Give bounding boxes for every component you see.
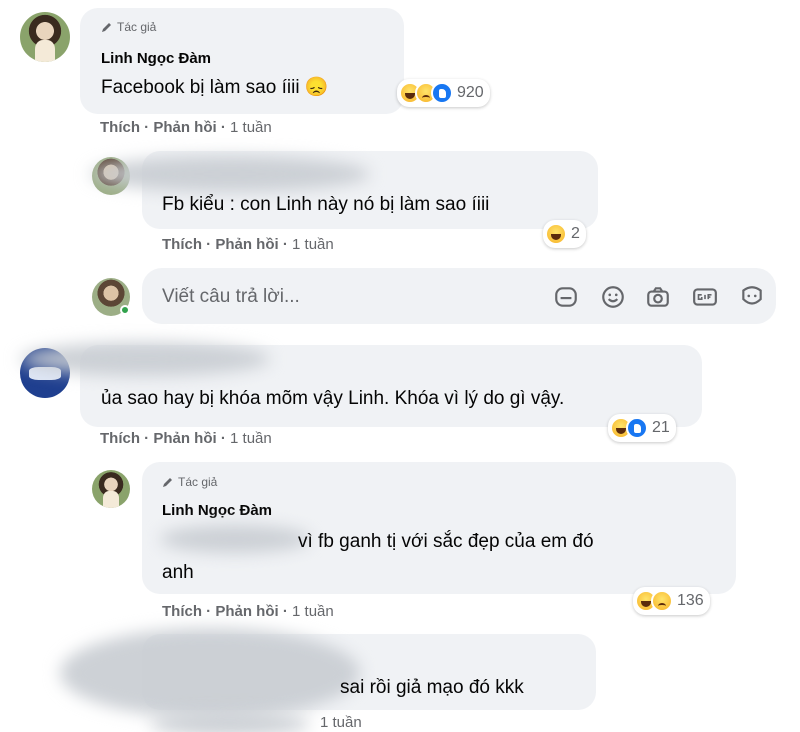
author-badge-label: Tác giả [117, 20, 157, 34]
reply-input[interactable] [162, 283, 522, 311]
avatar-sticker-icon[interactable] [739, 284, 765, 310]
camera-icon[interactable] [645, 284, 671, 310]
comment-author-name[interactable]: Linh Ngọc Đàm [162, 502, 272, 519]
comment-actions: Thích · Phản hồi · 1 tuần [162, 603, 334, 620]
pencil-icon [101, 21, 113, 33]
reply-link[interactable]: Phản hồi [215, 236, 278, 253]
reaction-summary[interactable]: 2 [543, 220, 586, 248]
comment-actions: Thích · Phản hồi · 1 tuần [100, 430, 272, 447]
sticker-icon[interactable] [553, 284, 579, 310]
gif-icon[interactable] [692, 284, 718, 310]
comment-actions: Thích · Phản hồi · 1 tuần [162, 236, 334, 253]
comment-author-name[interactable]: Linh Ngọc Đàm [101, 50, 211, 67]
redacted-text [160, 525, 310, 553]
like-link[interactable]: Thích [162, 603, 202, 620]
reaction-count: 2 [571, 225, 580, 242]
reply-link[interactable]: Phản hồi [153, 119, 216, 136]
author-badge-label: Tác giả [178, 475, 218, 489]
timestamp[interactable]: 1 tuần [292, 236, 334, 253]
timestamp[interactable]: 1 tuần [230, 119, 272, 136]
reaction-count: 136 [677, 592, 704, 609]
sad-icon [651, 590, 673, 612]
author-badge: Tác giả [101, 20, 156, 34]
redacted-name [90, 156, 370, 192]
timestamp[interactable]: 1 tuần [230, 430, 272, 447]
pencil-icon [162, 476, 174, 488]
comment-text: Fb kiểu : con Linh này nó bị làm sao íii… [162, 194, 490, 215]
author-badge: Tác giả [162, 475, 217, 489]
redacted-actions [150, 712, 310, 732]
timestamp[interactable]: 1 tuần [292, 603, 334, 620]
online-status-indicator [120, 305, 130, 315]
comment-text: Facebook bị làm sao íiii 😞 [101, 77, 329, 98]
like-link[interactable]: Thích [162, 236, 202, 253]
reply-link[interactable]: Phản hồi [215, 603, 278, 620]
reaction-count: 920 [457, 84, 484, 101]
like-icon [626, 417, 648, 439]
comment-actions: 1 tuần [320, 714, 362, 731]
redacted-name [20, 342, 270, 376]
comment-actions: Thích · Phản hồi · 1 tuần [100, 119, 272, 136]
comment-text-continued: anh [162, 562, 194, 583]
reply-link[interactable]: Phản hồi [153, 430, 216, 447]
reaction-summary[interactable]: 21 [608, 414, 676, 442]
comment-text: sai rồi giả mạo đó kkk [340, 677, 524, 698]
avatar[interactable] [92, 470, 130, 508]
emoji-icon[interactable] [600, 284, 626, 310]
comment-text: vì fb ganh tị với sắc đẹp của em đó [298, 531, 594, 552]
avatar[interactable] [20, 12, 70, 62]
comment-text: ủa sao hay bị khóa mõm vậy Linh. Khóa vì… [101, 388, 565, 409]
like-link[interactable]: Thích [100, 119, 140, 136]
redacted-avatar [60, 628, 360, 718]
like-link[interactable]: Thích [100, 430, 140, 447]
haha-icon [545, 223, 567, 245]
like-icon [431, 82, 453, 104]
reaction-count: 21 [652, 419, 670, 436]
timestamp[interactable]: 1 tuần [320, 714, 362, 731]
reaction-summary[interactable]: 136 [633, 587, 710, 615]
reaction-summary[interactable]: 920 [397, 79, 490, 107]
